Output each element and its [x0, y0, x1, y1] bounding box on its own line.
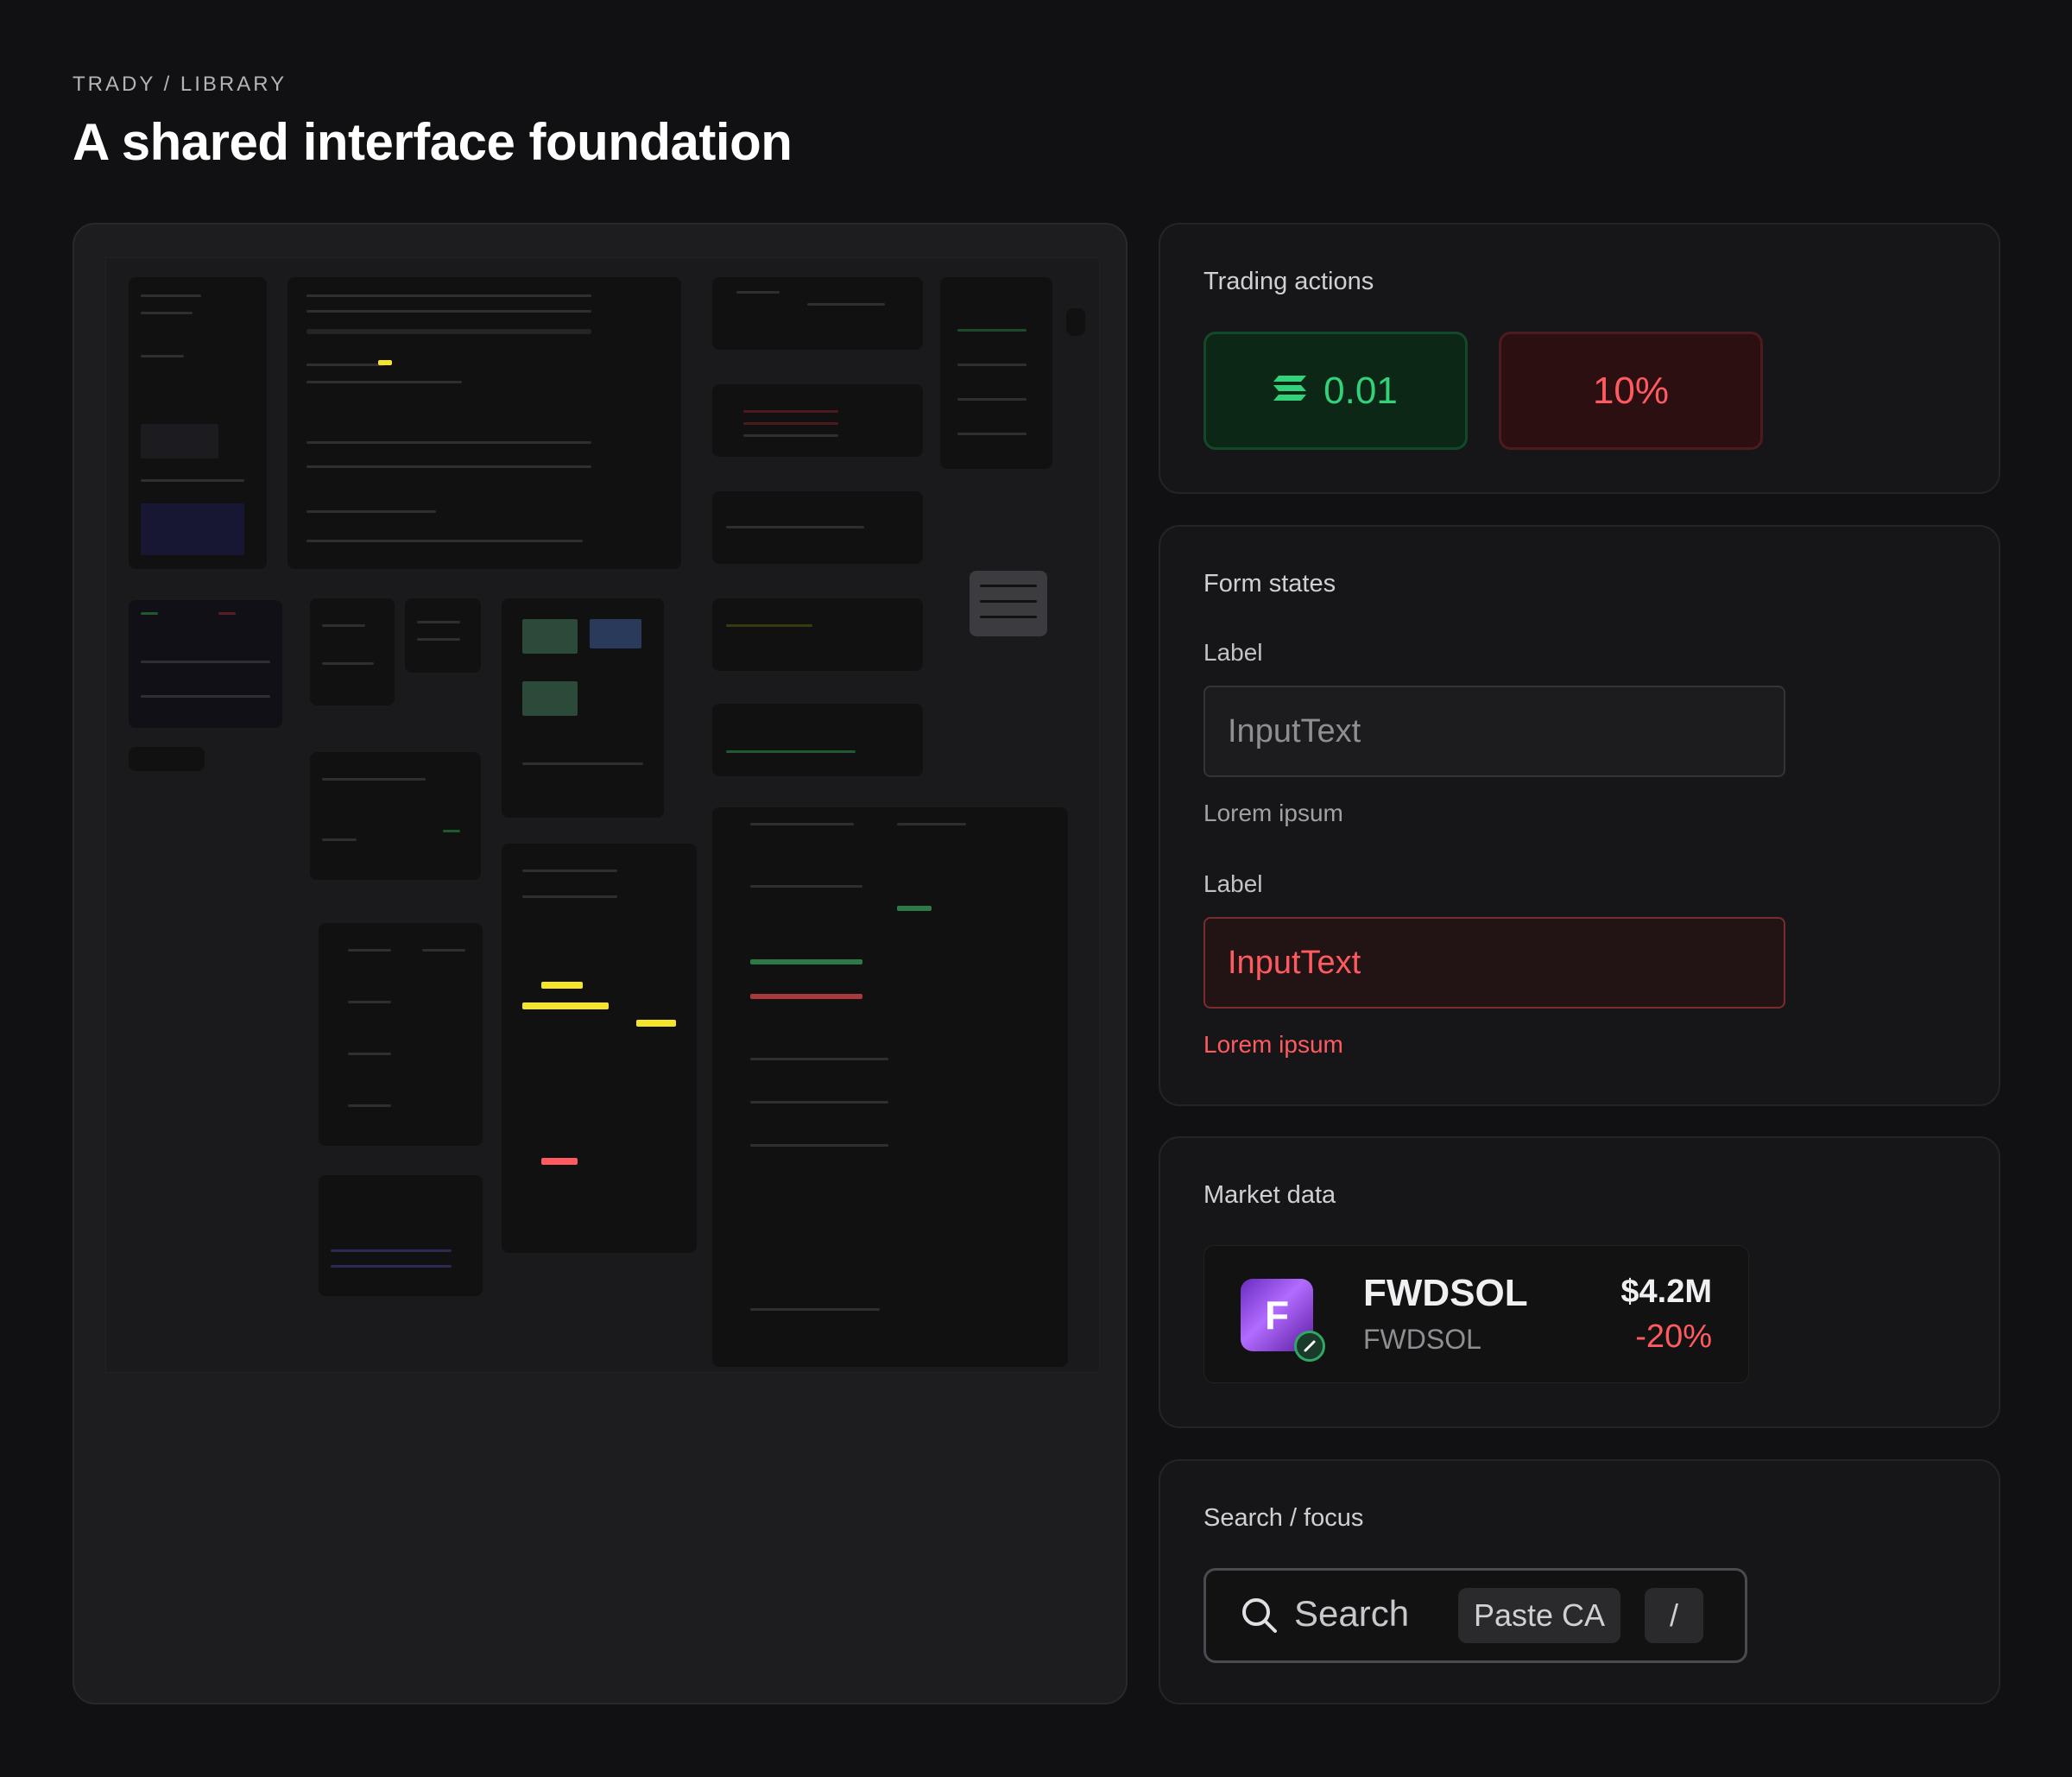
verified-badge-icon — [1294, 1331, 1325, 1362]
frame-tooltip — [970, 571, 1047, 636]
sell-percent: 10% — [1592, 369, 1670, 412]
frame-menus — [319, 923, 483, 1146]
frame-stepper — [310, 598, 395, 705]
frame-trade-buttons — [129, 600, 282, 728]
frame-token-list — [940, 277, 1052, 469]
trading-actions-card: Trading actions 0.01 10% — [1159, 223, 2000, 494]
frame-button-matrix — [712, 807, 1068, 1367]
frame-icons — [129, 277, 267, 569]
token-row[interactable]: F FWDSOL FWDSOL $4.2M -20% — [1203, 1245, 1749, 1383]
field-label-error: Label — [1203, 870, 1263, 897]
frame-alerts — [712, 384, 923, 457]
frame-small-buttons — [129, 747, 205, 771]
card-title: Market data — [1203, 1181, 1336, 1209]
helper-text-error: Lorem ipsum — [1203, 1031, 1343, 1058]
paste-ca-button[interactable]: Paste CA — [1458, 1588, 1620, 1643]
library-canvas — [73, 223, 1128, 1704]
market-cap: $4.2M — [1620, 1274, 1712, 1310]
text-input[interactable]: InputText — [1203, 686, 1785, 777]
token-name: FWDSOL — [1363, 1272, 1528, 1314]
buy-amount: 0.01 — [1323, 369, 1398, 412]
search-card: Search / focus Search Paste CA / — [1159, 1459, 2000, 1704]
input-value: InputText — [1228, 712, 1361, 749]
frame-modal — [712, 277, 923, 350]
frame-chips — [405, 598, 481, 673]
frame-dropdowns — [502, 844, 697, 1253]
price-change: -20% — [1635, 1319, 1712, 1355]
sell-button[interactable]: 10% — [1499, 332, 1763, 450]
card-title: Search / focus — [1203, 1504, 1364, 1532]
frame-radios — [712, 491, 923, 564]
eyebrow-breadcrumb: TRADY / LIBRARY — [73, 73, 287, 96]
solana-icon — [1273, 370, 1308, 413]
card-title: Trading actions — [1203, 268, 1374, 295]
frame-media-cards — [502, 598, 664, 818]
text-input-error[interactable]: InputText — [1203, 917, 1785, 1009]
library-board — [105, 257, 1100, 1373]
page-title: A shared interface foundation — [73, 113, 793, 171]
search-icon — [1241, 1597, 1279, 1639]
frame-pagination — [310, 752, 481, 880]
frame-toggles — [712, 598, 923, 671]
helper-text: Lorem ipsum — [1203, 800, 1343, 826]
field-label: Label — [1203, 639, 1263, 666]
frame-navbars — [287, 277, 681, 569]
card-title: Form states — [1203, 570, 1336, 598]
shortcut-key: / — [1645, 1588, 1703, 1643]
market-data-card: Market data F FWDSOL FWDSOL $4.2M -20% — [1159, 1136, 2000, 1428]
frame-tags — [319, 1175, 483, 1296]
form-states-card: Form states Label InputText Lorem ipsum … — [1159, 525, 2000, 1106]
input-value-error: InputText — [1228, 944, 1361, 981]
search-input[interactable]: Search Paste CA / — [1203, 1568, 1747, 1663]
token-symbol: FWDSOL — [1363, 1324, 1481, 1355]
frame-mini-dots — [1066, 308, 1085, 336]
frame-switches — [712, 704, 923, 776]
buy-button[interactable]: 0.01 — [1203, 332, 1468, 450]
search-placeholder: Search — [1294, 1593, 1410, 1634]
